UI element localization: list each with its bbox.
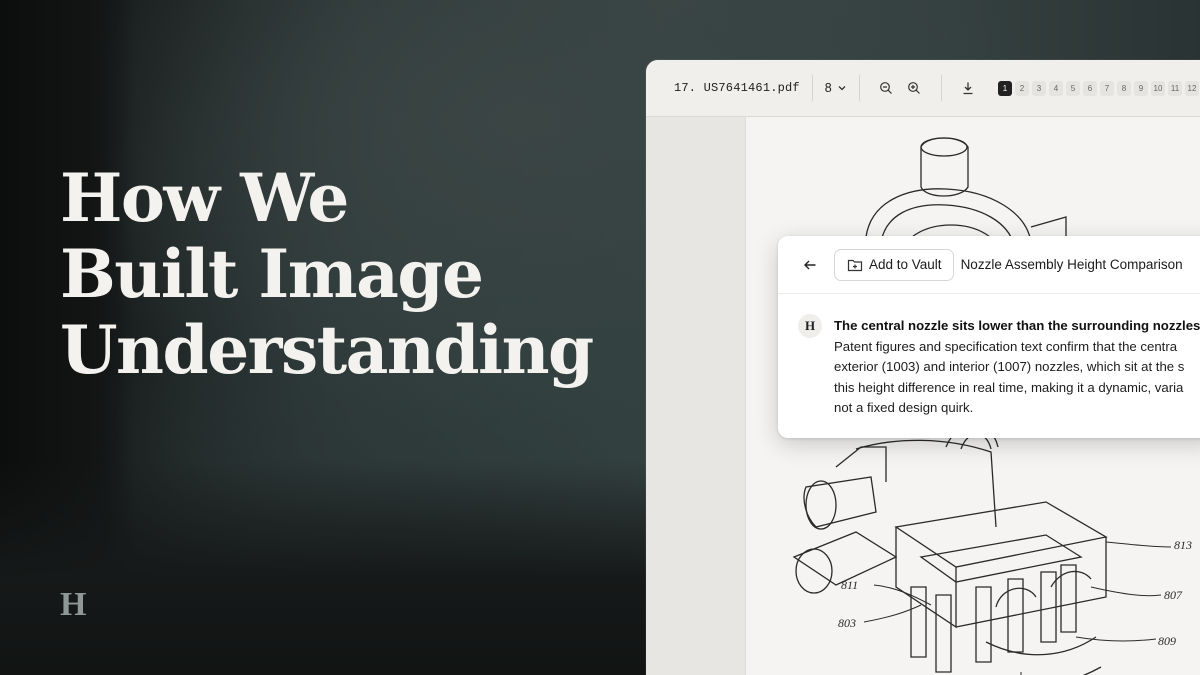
page-thumb[interactable]: 4 bbox=[1049, 80, 1063, 96]
folder-plus-icon bbox=[847, 259, 863, 271]
page-thumb[interactable]: 5 bbox=[1066, 80, 1080, 96]
assistant-avatar: H bbox=[798, 314, 822, 338]
message-line: not a fixed design quirk. bbox=[834, 400, 974, 415]
page-thumb[interactable]: 1 bbox=[998, 80, 1012, 96]
add-to-vault-button[interactable]: Add to Vault bbox=[834, 248, 954, 281]
page-thumb[interactable]: 11 bbox=[1168, 80, 1182, 96]
toolbar-divider bbox=[858, 75, 860, 101]
brand-logo: H bbox=[60, 586, 87, 623]
figure-label: 803 bbox=[838, 616, 856, 630]
page-thumb[interactable]: 6 bbox=[1083, 80, 1097, 96]
page-thumb[interactable]: 3 bbox=[1032, 80, 1046, 96]
answer-message: H The central nozzle sits lower than the… bbox=[778, 294, 1200, 419]
page-select-value: 8 bbox=[824, 81, 832, 95]
answer-card: Add to Vault Nozzle Assembly Height Comp… bbox=[778, 236, 1200, 438]
file-name: 17. US7641461.pdf bbox=[674, 81, 800, 95]
zoom-in-icon[interactable] bbox=[904, 77, 924, 99]
message-line: exterior (1003) and interior (1007) nozz… bbox=[834, 359, 1185, 374]
zoom-out-icon[interactable] bbox=[876, 77, 896, 99]
page-thumb[interactable]: 8 bbox=[1117, 80, 1131, 96]
figure-label: 813 bbox=[1174, 538, 1192, 552]
answer-card-header: Add to Vault Nozzle Assembly Height Comp… bbox=[778, 236, 1200, 294]
page-thumb[interactable]: 9 bbox=[1134, 80, 1148, 96]
page-thumb[interactable]: 12 bbox=[1185, 80, 1199, 96]
hero-headline: How We Built Image Understanding bbox=[60, 160, 620, 388]
background-bottom-shade bbox=[0, 460, 660, 675]
chevron-down-icon bbox=[838, 86, 846, 91]
headline-line-3: Understanding bbox=[60, 311, 594, 389]
page-thumb[interactable]: 7 bbox=[1100, 80, 1114, 96]
answer-card-title: Nozzle Assembly Height Comparison bbox=[960, 257, 1183, 272]
figure-label: 807 bbox=[1164, 588, 1183, 602]
message-line: Patent figures and specification text co… bbox=[834, 338, 1178, 354]
page-select-dropdown[interactable]: 8 bbox=[825, 81, 847, 95]
back-arrow-icon[interactable] bbox=[800, 255, 820, 275]
toolbar-divider bbox=[940, 75, 942, 101]
download-icon[interactable] bbox=[958, 77, 978, 99]
figure-label: 811 bbox=[841, 578, 858, 592]
headline-line-1: How We bbox=[60, 159, 349, 237]
viewer-toolbar: 17. US7641461.pdf 8 1 2 3 4 5 6 7 8 9 10 bbox=[646, 60, 1200, 117]
page-thumbnails: 1 2 3 4 5 6 7 8 9 10 11 12 13 bbox=[998, 80, 1200, 96]
headline-line-2: Built Image bbox=[60, 235, 484, 313]
figure-label: 809 bbox=[1158, 634, 1176, 648]
page-thumb[interactable]: 2 bbox=[1015, 80, 1029, 96]
toolbar-divider bbox=[811, 75, 813, 101]
message-lead: The central nozzle sits lower than the s… bbox=[834, 318, 1200, 333]
add-to-vault-label: Add to Vault bbox=[869, 257, 942, 272]
page-thumb[interactable]: 10 bbox=[1151, 80, 1165, 96]
message-line: this height difference in real time, mak… bbox=[834, 379, 1184, 395]
